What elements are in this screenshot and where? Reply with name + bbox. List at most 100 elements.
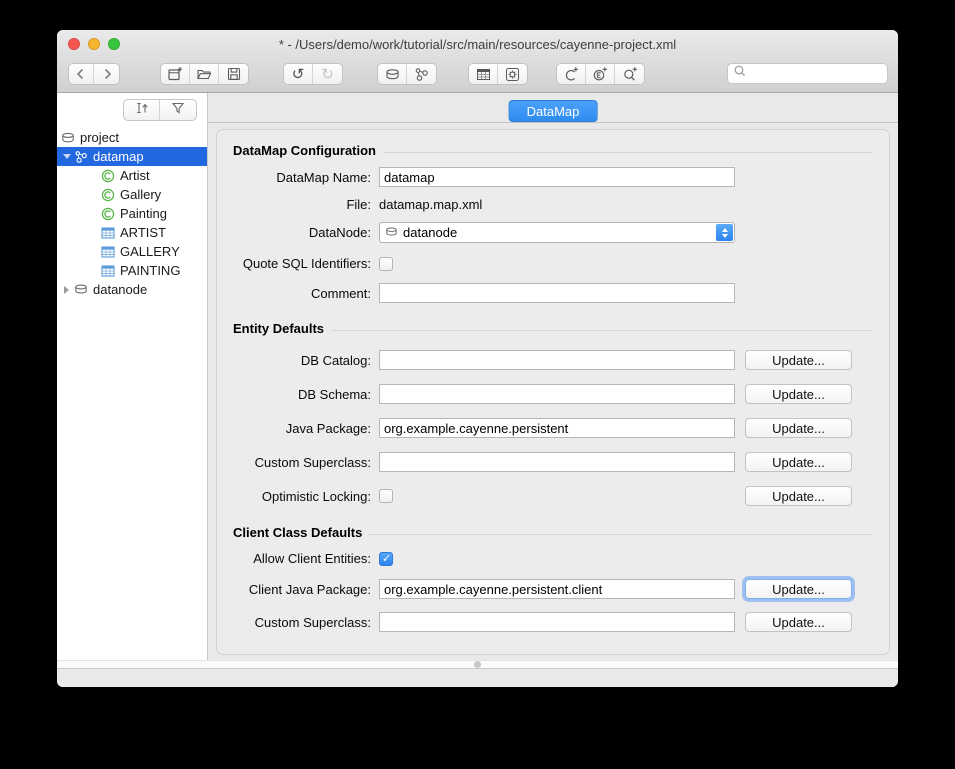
horizontal-splitter[interactable] bbox=[57, 660, 898, 668]
entity-group bbox=[468, 63, 528, 85]
update-java-package-button[interactable]: Update... bbox=[745, 418, 852, 438]
update-client-custom-superclass-button[interactable]: Update... bbox=[745, 612, 852, 632]
selected-option: datanode bbox=[403, 225, 457, 240]
update-custom-superclass-button[interactable]: Update... bbox=[745, 452, 852, 472]
redo-icon: ↻ bbox=[321, 67, 334, 82]
tree-item-artist[interactable]: Artist bbox=[57, 166, 207, 185]
db-schema-input[interactable] bbox=[379, 384, 735, 404]
section-entity-defaults: Entity Defaults bbox=[233, 321, 873, 336]
forward-button[interactable] bbox=[94, 64, 119, 84]
datanode-cylinder-icon bbox=[385, 224, 398, 242]
editor-pane: DataMap DataMap Configuration DataMap Na… bbox=[208, 93, 898, 660]
new-objentity-button[interactable] bbox=[557, 64, 586, 84]
close-window-button[interactable] bbox=[68, 38, 80, 50]
tree-item-datamap[interactable]: datamap bbox=[57, 147, 207, 166]
new-embeddable-button[interactable] bbox=[586, 64, 615, 84]
tree-item-label: datanode bbox=[93, 282, 147, 297]
field-label: Client Java Package: bbox=[233, 582, 379, 597]
new-query-button[interactable] bbox=[615, 64, 644, 84]
toolbar: ↺ ↻ bbox=[57, 63, 898, 85]
table-icon bbox=[476, 68, 491, 81]
tree-item-datanode[interactable]: datanode bbox=[57, 280, 207, 299]
custom-superclass-input[interactable] bbox=[379, 452, 735, 472]
tree-item-label: Painting bbox=[120, 206, 167, 221]
new-datamap-button[interactable] bbox=[407, 64, 436, 84]
field-label: Custom Superclass: bbox=[233, 615, 379, 630]
datamap-name-input[interactable] bbox=[379, 167, 735, 187]
tree-item-label: GALLERY bbox=[120, 244, 180, 259]
new-datanode-button[interactable] bbox=[378, 64, 407, 84]
redo-button[interactable]: ↻ bbox=[313, 64, 342, 84]
back-button[interactable] bbox=[69, 64, 94, 84]
client-custom-superclass-input[interactable] bbox=[379, 612, 735, 632]
java-package-input[interactable] bbox=[379, 418, 735, 438]
zoom-window-button[interactable] bbox=[108, 38, 120, 50]
db-catalog-input[interactable] bbox=[379, 350, 735, 370]
query-magnifier-plus-icon bbox=[622, 66, 638, 82]
search-icon bbox=[733, 64, 747, 83]
save-button[interactable] bbox=[219, 64, 248, 84]
sort-tree-button[interactable] bbox=[124, 100, 160, 120]
collapse-arrow-icon[interactable] bbox=[60, 154, 73, 159]
objentity-class-icon bbox=[100, 169, 115, 183]
quote-sql-row: Quote SQL Identifiers: bbox=[233, 256, 873, 271]
datanode-cylinder-icon bbox=[73, 284, 88, 295]
java-package-row: Java Package: Update... bbox=[233, 418, 873, 438]
chevron-left-icon bbox=[74, 67, 88, 81]
file-row: File: datamap.map.xml bbox=[233, 197, 873, 212]
datanode-select[interactable]: datanode bbox=[379, 222, 735, 243]
custom-superclass-row: Custom Superclass: Update... bbox=[233, 452, 873, 472]
sort-icon bbox=[135, 101, 149, 120]
search-input[interactable] bbox=[747, 65, 887, 82]
new-dbentity-button[interactable] bbox=[469, 64, 498, 84]
window-header: * - /Users/demo/work/tutorial/src/main/r… bbox=[57, 30, 898, 93]
undo-button[interactable]: ↺ bbox=[284, 64, 313, 84]
tree-item-gallery[interactable]: Gallery bbox=[57, 185, 207, 204]
window-title: * - /Users/demo/work/tutorial/src/main/r… bbox=[177, 37, 778, 52]
update-client-java-package-button[interactable]: Update... bbox=[745, 579, 852, 599]
project-tree-sidebar: project datamap Artist Gallery bbox=[57, 93, 208, 660]
minimize-window-button[interactable] bbox=[88, 38, 100, 50]
new-project-icon bbox=[167, 66, 183, 82]
update-optimistic-locking-button[interactable]: Update... bbox=[745, 486, 852, 506]
objentity-class-icon bbox=[100, 188, 115, 202]
expand-arrow-icon[interactable] bbox=[60, 286, 73, 294]
filter-tree-button[interactable] bbox=[160, 100, 196, 120]
allow-client-entities-checkbox[interactable] bbox=[379, 552, 393, 566]
datanode-row: DataNode: datanode bbox=[233, 222, 873, 243]
tree-item-painting-table[interactable]: PAINTING bbox=[57, 261, 207, 280]
undo-icon: ↺ bbox=[292, 67, 305, 82]
comment-row: Comment: bbox=[233, 283, 873, 303]
project-tree: project datamap Artist Gallery bbox=[57, 128, 207, 299]
client-custom-superclass-row: Custom Superclass: Update... bbox=[233, 612, 873, 632]
update-db-schema-button[interactable]: Update... bbox=[745, 384, 852, 404]
field-label: DB Catalog: bbox=[233, 353, 379, 368]
field-label: Java Package: bbox=[233, 421, 379, 436]
field-label: DataMap Name: bbox=[233, 170, 379, 185]
comment-input[interactable] bbox=[379, 283, 735, 303]
nav-button-group bbox=[68, 63, 120, 85]
tree-item-artist-table[interactable]: ARTIST bbox=[57, 223, 207, 242]
file-button-group bbox=[160, 63, 249, 85]
update-db-catalog-button[interactable]: Update... bbox=[745, 350, 852, 370]
field-label: File: bbox=[233, 197, 379, 212]
tab-datamap[interactable]: DataMap bbox=[509, 100, 598, 122]
new-project-button[interactable] bbox=[161, 64, 190, 84]
filter-funnel-icon bbox=[171, 101, 185, 120]
new-procedure-button[interactable] bbox=[498, 64, 527, 84]
tree-item-project[interactable]: project bbox=[57, 128, 207, 147]
optimistic-locking-checkbox[interactable] bbox=[379, 489, 393, 503]
gear-icon bbox=[505, 67, 520, 82]
splitter-handle[interactable] bbox=[474, 661, 481, 668]
quote-sql-checkbox[interactable] bbox=[379, 257, 393, 271]
tree-item-painting[interactable]: Painting bbox=[57, 204, 207, 223]
client-java-package-input[interactable] bbox=[379, 579, 735, 599]
traffic-lights bbox=[68, 38, 120, 50]
open-project-button[interactable] bbox=[190, 64, 219, 84]
tree-item-gallery-table[interactable]: GALLERY bbox=[57, 242, 207, 261]
dbentity-table-icon bbox=[100, 227, 115, 239]
node-map-group bbox=[377, 63, 437, 85]
field-label: Allow Client Entities: bbox=[233, 551, 379, 566]
undo-redo-group: ↺ ↻ bbox=[283, 63, 343, 85]
save-icon bbox=[226, 66, 242, 82]
